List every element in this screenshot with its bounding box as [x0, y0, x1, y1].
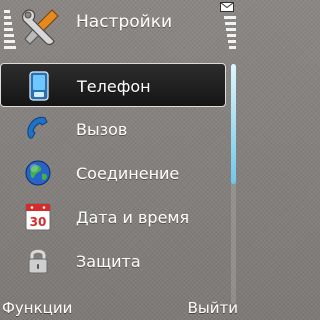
page-title: Настройки — [76, 12, 173, 32]
globe-icon — [25, 160, 51, 186]
lock-icon — [28, 249, 48, 274]
menu-item-label: Телефон — [77, 77, 151, 96]
menu-item-label: Соединение — [76, 164, 180, 183]
options-softkey[interactable]: Функции — [2, 299, 72, 317]
signal-bar — [4, 40, 15, 43]
scrollbar[interactable] — [231, 64, 236, 304]
call-icon — [27, 116, 48, 139]
signal-bar — [4, 46, 16, 49]
phone-icon — [29, 71, 49, 101]
menu-item-label: Дата и время — [76, 208, 190, 227]
exit-softkey[interactable]: Выйти — [188, 299, 238, 317]
calendar-icon: 30 — [25, 203, 51, 231]
menu-item-call[interactable]: Вызов — [0, 107, 226, 151]
menu-item-phone[interactable]: Телефон — [0, 63, 226, 107]
softkey-bar: Функции Выйти — [0, 296, 240, 320]
menu-item-label: Защита — [76, 252, 141, 271]
battery-bar — [225, 22, 236, 25]
battery-bar — [224, 16, 236, 19]
menu-item-security[interactable]: Защита — [0, 239, 226, 283]
page-header: Настройки — [18, 4, 220, 46]
menu-item-date-time[interactable]: 30 Дата и время — [0, 195, 226, 239]
battery-bar — [228, 40, 236, 43]
signal-indicator — [0, 0, 16, 56]
calendar-day: 30 — [30, 215, 47, 229]
menu-item-connection[interactable]: Соединение — [0, 151, 226, 195]
settings-menu: Телефон Вызов Соединение 30 Дата и время — [0, 63, 226, 283]
signal-bar — [4, 10, 10, 13]
envelope-icon — [220, 2, 234, 12]
menu-item-label: Вызов — [76, 120, 128, 139]
battery-bar — [226, 28, 236, 31]
battery-bar — [229, 46, 236, 49]
scrollbar-thumb[interactable] — [231, 64, 236, 184]
battery-bar — [227, 34, 236, 37]
wrench-screwdriver-icon — [22, 9, 59, 46]
signal-bar — [4, 28, 13, 31]
signal-bar — [4, 22, 12, 25]
signal-bar — [4, 34, 14, 37]
battery-indicator — [220, 0, 240, 56]
signal-bar — [4, 16, 11, 19]
